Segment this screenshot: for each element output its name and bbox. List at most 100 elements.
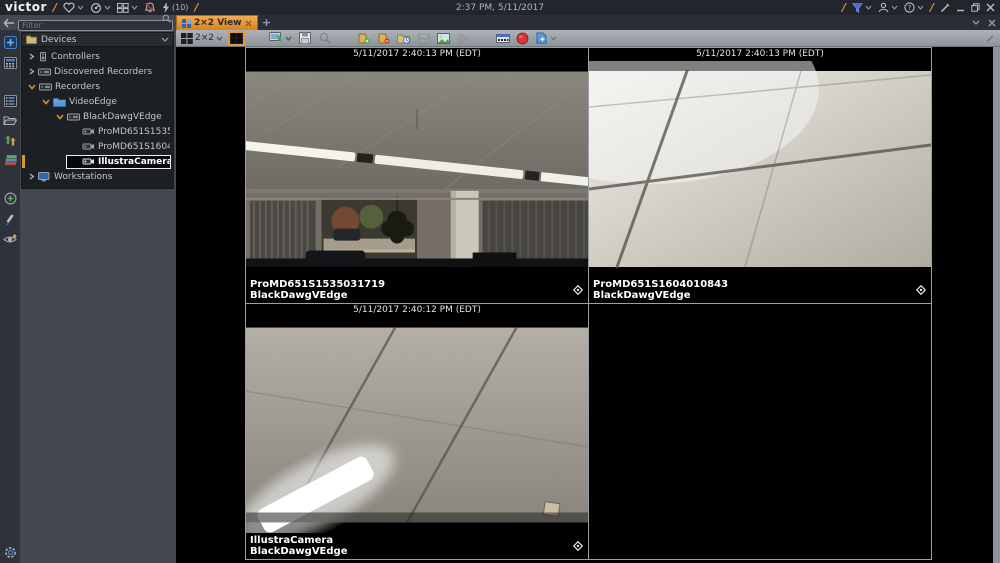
monitor-eye-button[interactable] [3, 234, 17, 245]
new-tab-button[interactable]: + [258, 15, 276, 30]
alerts-muted-button[interactable] [144, 2, 156, 13]
camera-group-remove-button[interactable] [376, 31, 391, 46]
tab-list-chevron-icon[interactable] [972, 20, 980, 25]
video-label-bar: ProMD651S1535031719 BlackDawgVEdge [246, 277, 588, 303]
investigation-button[interactable] [396, 31, 411, 46]
camera-group-add-button[interactable] [356, 31, 371, 46]
ptz-diamond-icon[interactable] [572, 540, 584, 552]
user-menu[interactable] [878, 2, 898, 13]
expand-arrow-icon[interactable] [28, 173, 35, 180]
camera-name: IllustraCamera [250, 535, 348, 546]
pen-icon[interactable] [940, 3, 950, 13]
open-folder-button[interactable] [3, 115, 17, 126]
user-icon [878, 2, 889, 13]
video-feed-ceiling-light[interactable] [246, 317, 588, 533]
send-to-monitor-button[interactable] [269, 31, 292, 46]
help-menu[interactable]: ? [904, 2, 924, 13]
edit-pencil-button[interactable] [4, 213, 16, 226]
grid-layout-icon [231, 33, 242, 43]
folder-blue-icon [53, 97, 66, 107]
workspace-scrollbar[interactable] [993, 47, 1000, 563]
collapse-arrow-icon[interactable] [42, 98, 50, 105]
layout-selector[interactable]: 2×2 [181, 31, 223, 46]
tab-close-icon[interactable] [245, 20, 252, 27]
ptz-diamond-icon[interactable] [572, 284, 584, 296]
add-circle-button[interactable] [4, 192, 17, 205]
tree-item-label: VideoEdge [69, 97, 117, 107]
devices-panel: Devices Controllers Discovered Rec [21, 32, 174, 189]
tree-item-camera-1[interactable]: ProMD651S1535031719 [22, 124, 173, 139]
camera-name: ProMD651S1535031719 [250, 279, 385, 290]
view-toolbar: 2×2 [176, 30, 1000, 47]
expand-arrow-icon[interactable] [28, 68, 35, 75]
navigation-menu[interactable] [90, 2, 111, 14]
recorder-icon [67, 113, 80, 121]
collapse-chevron-icon[interactable] [161, 37, 169, 42]
recorder-icon [39, 83, 52, 91]
recorder-icon [38, 68, 51, 76]
tree-item-label: Controllers [51, 52, 100, 62]
collapse-arrow-icon[interactable] [56, 113, 64, 120]
tree-item-workstations[interactable]: Workstations [22, 169, 173, 184]
tree-item-controllers[interactable]: Controllers [22, 49, 173, 64]
ptz-diamond-icon[interactable] [915, 284, 927, 296]
video-tile-1[interactable]: 5/11/2017 2:40:13 PM (EDT) [246, 48, 588, 303]
tab-label: 2×2 View [194, 18, 242, 28]
gauge-icon [90, 2, 102, 14]
chevron-down-icon [216, 36, 223, 41]
video-feed-office[interactable] [246, 61, 588, 277]
tree-item-label: Discovered Recorders [54, 67, 152, 77]
filter-bar [0, 15, 176, 30]
settings-gear-button[interactable] [4, 546, 17, 559]
add-device-button[interactable] [4, 36, 17, 49]
playback-button [456, 31, 471, 46]
back-arrow-button[interactable] [3, 18, 15, 28]
tree-item-videoedge[interactable]: VideoEdge [22, 94, 173, 109]
close-button[interactable] [986, 3, 995, 12]
video-label-bar: IllustraCamera BlackDawgVEdge [246, 533, 588, 559]
tree-item-label: ProMD651S1604010843 [98, 142, 171, 152]
favorites-menu[interactable] [63, 2, 84, 13]
close-tab-group-icon[interactable] [988, 19, 996, 27]
tag-button[interactable] [535, 31, 557, 46]
toolbar-pen-icon[interactable] [986, 34, 995, 43]
video-tile-4-empty[interactable] [589, 304, 931, 559]
events-counter[interactable]: (10) [162, 2, 188, 13]
layouts-menu[interactable] [117, 3, 138, 13]
tree-item-discovered-recorders[interactable]: Discovered Recorders [22, 64, 173, 79]
collapse-arrow-icon[interactable] [28, 83, 36, 90]
tree-item-camera-2[interactable]: ProMD651S1604010843 [22, 139, 173, 154]
camera-name: ProMD651S1604010843 [593, 279, 728, 290]
chevron-down-icon [285, 36, 292, 41]
recorder-name: BlackDawgVEdge [250, 546, 348, 557]
tree-item-label: ProMD651S1535031719 [98, 127, 171, 137]
snapshot-button[interactable] [436, 31, 451, 46]
export-button[interactable] [4, 134, 16, 146]
keypad-button[interactable] [4, 57, 17, 69]
workstation-icon [38, 172, 51, 182]
video-feed-ceiling-bright[interactable] [589, 61, 931, 277]
timeline-button[interactable] [495, 31, 510, 46]
save-view-button[interactable] [297, 31, 312, 46]
device-sidebar: Devices Controllers Discovered Rec [20, 30, 176, 563]
restore-button[interactable] [971, 3, 980, 12]
tree-item-illustracamera-selected[interactable]: IllustraCamera [22, 154, 173, 169]
devices-panel-header[interactable]: Devices [22, 33, 173, 47]
recorder-name: BlackDawgVEdge [250, 290, 385, 301]
filter-menu[interactable] [852, 3, 872, 13]
filter-input[interactable] [18, 20, 173, 31]
camera-icon [82, 157, 95, 166]
camera-icon [82, 142, 95, 151]
minimize-button[interactable] [956, 3, 965, 12]
divider-slash: / [194, 1, 198, 14]
video-tile-2[interactable]: 5/11/2017 2:40:13 PM (EDT) [589, 48, 931, 303]
tree-item-blackdawgvedge[interactable]: BlackDawgVEdge [22, 109, 173, 124]
video-tile-3[interactable]: 5/11/2017 2:40:12 PM (EDT) [246, 304, 588, 559]
expand-arrow-icon[interactable] [28, 53, 35, 60]
record-button[interactable] [515, 31, 530, 46]
reports-button[interactable] [4, 154, 17, 166]
lists-button[interactable] [4, 95, 17, 107]
tab-2x2-view[interactable]: 2×2 View [176, 15, 258, 30]
active-layout-button[interactable] [228, 31, 245, 46]
tree-item-recorders[interactable]: Recorders [22, 79, 173, 94]
